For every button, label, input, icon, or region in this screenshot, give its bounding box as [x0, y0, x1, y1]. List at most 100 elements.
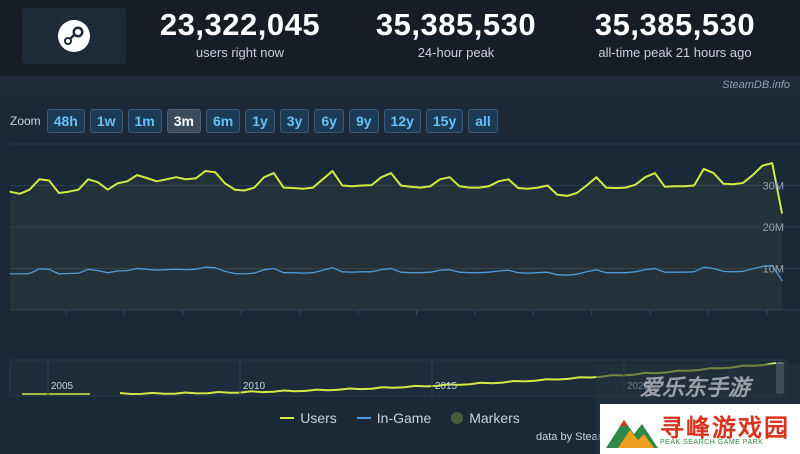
data-point-users	[38, 178, 40, 180]
data-point-ingame	[732, 271, 734, 273]
y-tick-label: 30M	[763, 181, 784, 193]
data-point-ingame	[214, 267, 216, 269]
data-point-users	[732, 183, 734, 185]
data-point-users	[253, 186, 255, 189]
data-point-ingame	[683, 271, 685, 273]
legend-users[interactable]: Users	[280, 410, 337, 426]
watermark-top-text: 爱乐东手游	[640, 375, 751, 400]
data-point-users	[312, 186, 314, 189]
data-point-ingame	[507, 269, 509, 271]
data-point-ingame	[68, 272, 70, 275]
data-point-users	[19, 193, 21, 195]
zoom-label: Zoom	[10, 114, 41, 128]
legend-users-label: Users	[300, 410, 337, 426]
y-tick-label: 20M	[763, 222, 784, 234]
watermark-logo-box: 寻峰游戏园 PEAK SEARCH GAME PARK	[600, 404, 800, 454]
data-point-ingame	[204, 266, 207, 268]
data-point-ingame	[28, 272, 31, 275]
data-point-ingame	[410, 272, 412, 274]
data-point-users	[126, 180, 128, 182]
data-point-ingame	[644, 269, 646, 271]
data-point-ingame	[712, 267, 715, 270]
data-point-users	[429, 185, 431, 187]
zoom-button-group: 48h 1w 1m 3m 6m 1y 3y 6y 9y 12y 15y all	[46, 109, 503, 133]
data-point-ingame	[116, 270, 119, 272]
zoom-button-6y[interactable]: 6y	[314, 109, 344, 133]
zoom-button-12y[interactable]: 12y	[383, 109, 421, 133]
data-point-ingame	[439, 269, 441, 271]
data-point-users	[683, 185, 685, 187]
zoom-button-3m[interactable]: 3m	[166, 109, 201, 133]
data-point-ingame	[107, 272, 109, 274]
data-point-users	[722, 183, 724, 185]
data-point-users	[175, 176, 177, 178]
data-point-ingame	[781, 279, 783, 282]
data-point-users	[224, 182, 226, 185]
data-point-users	[771, 162, 773, 164]
data-point-users	[351, 185, 353, 187]
legend-ingame-label: In-Game	[376, 410, 432, 426]
legend-markers[interactable]: Markers	[451, 410, 520, 426]
player-count-chart[interactable]: 30M20M10M 18 Dec25 Dec1 Jan8 Jan15 Jan22…	[0, 140, 800, 320]
data-point-ingame	[703, 266, 705, 268]
data-point-users	[703, 168, 705, 170]
data-point-ingame	[155, 269, 158, 271]
data-point-ingame	[605, 272, 607, 274]
data-point-users	[195, 177, 197, 180]
data-point-ingame	[146, 268, 148, 270]
data-point-users	[155, 180, 158, 182]
data-point-users	[341, 184, 343, 187]
data-point-users	[243, 189, 246, 192]
zoom-button-9y[interactable]: 9y	[348, 109, 379, 133]
zoom-button-6m[interactable]: 6m	[205, 109, 241, 133]
year-label: 2005	[51, 381, 74, 392]
zoom-button-15y[interactable]: 15y	[425, 109, 464, 133]
data-point-ingame	[370, 271, 373, 273]
data-point-ingame	[48, 268, 50, 270]
data-point-users	[107, 189, 109, 191]
y-tick-label: 10M	[763, 264, 784, 276]
data-point-users	[292, 187, 294, 189]
data-point-users	[214, 171, 216, 173]
data-point-users	[449, 176, 451, 178]
year-label: 2010	[243, 381, 266, 392]
data-point-ingame	[615, 272, 617, 274]
zoom-button-1w[interactable]: 1w	[89, 109, 123, 133]
data-point-users	[410, 186, 412, 188]
data-point-users	[136, 174, 138, 176]
steamdb-link[interactable]: SteamDB.info	[722, 79, 790, 91]
data-point-users	[673, 185, 676, 187]
data-point-users	[165, 178, 167, 180]
data-point-ingame	[488, 271, 490, 273]
legend-ingame[interactable]: In-Game	[356, 410, 432, 426]
data-point-users	[576, 192, 578, 194]
data-point-users	[537, 186, 539, 189]
data-point-ingame	[97, 269, 99, 272]
day-peak-stat: 35,385,530 24-hour peak	[356, 6, 556, 60]
data-point-users	[185, 178, 187, 180]
zoom-button-all[interactable]: all	[468, 109, 498, 133]
data-point-ingame	[527, 272, 529, 274]
data-point-ingame	[263, 269, 265, 271]
markers-dot-icon	[451, 412, 464, 424]
data-point-users	[58, 192, 60, 194]
data-point-users	[263, 176, 265, 178]
data-point-users	[507, 178, 509, 180]
zoom-controls: Zoom 48h 1w 1m 3m 6m 1y 3y 6y 9y 12y 15y all	[10, 108, 503, 134]
data-point-users	[712, 172, 715, 174]
data-point-users	[693, 184, 695, 187]
day-peak-value: 35,385,530	[375, 7, 537, 42]
zoom-button-1m[interactable]: 1m	[127, 109, 162, 133]
data-point-ingame	[634, 271, 637, 273]
zoom-button-48h[interactable]: 48h	[46, 109, 85, 133]
data-point-ingame	[458, 271, 461, 273]
zoom-button-1y[interactable]: 1y	[245, 109, 275, 133]
zoom-button-3y[interactable]: 3y	[279, 109, 310, 133]
data-point-ingame	[429, 271, 431, 273]
data-point-ingame	[195, 268, 197, 270]
data-point-users	[97, 181, 99, 183]
data-point-users	[478, 186, 480, 189]
steam-logo[interactable]	[22, 8, 126, 64]
data-point-ingame	[341, 271, 343, 273]
data-point-ingame	[585, 271, 588, 273]
